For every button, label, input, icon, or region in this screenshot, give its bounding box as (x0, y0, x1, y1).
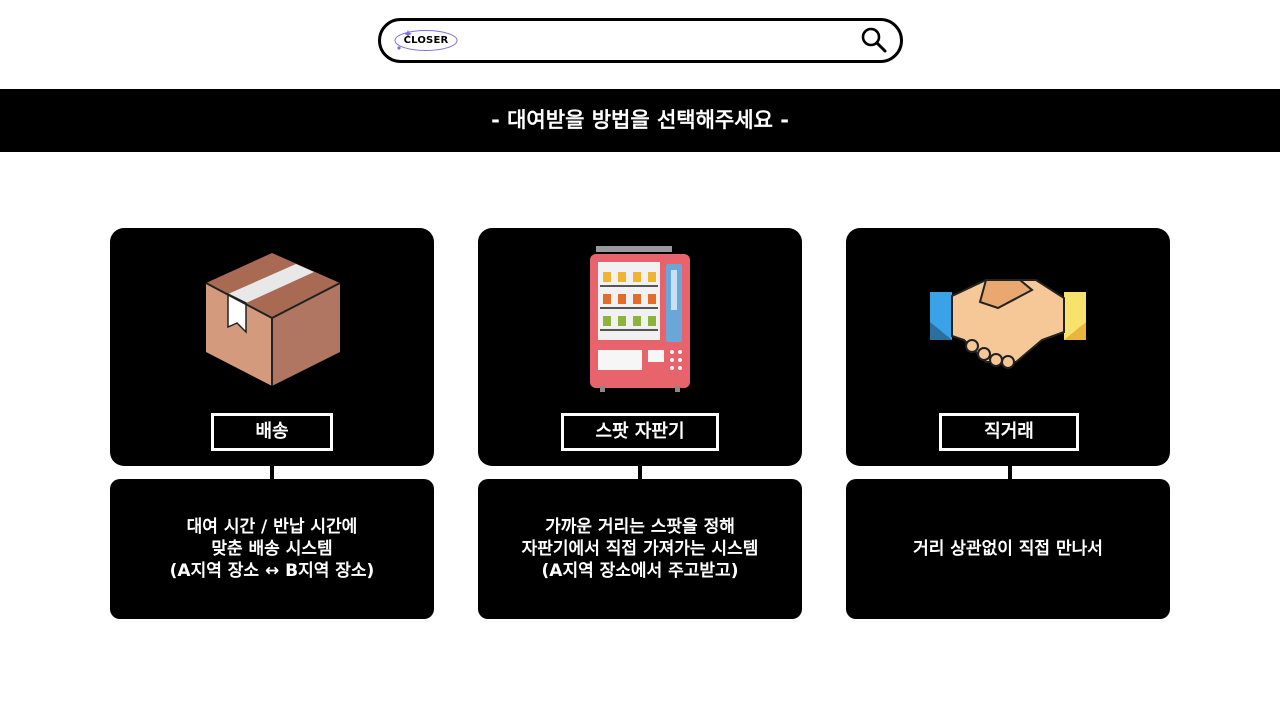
description-line: 자판기에서 직접 가져가는 시스템 (521, 539, 759, 559)
option-card-direct[interactable]: 직거래 (846, 228, 1170, 466)
description-direct: 거리 상관없이 직접 만나서 (846, 479, 1170, 619)
closer-logo[interactable]: CLOSER (393, 27, 459, 54)
search-input[interactable] (471, 25, 851, 56)
description-delivery: 대여 시간 / 반납 시간에 맞춘 배송 시스템 (A지역 장소 ↔ B지역 장… (110, 479, 434, 619)
search-button[interactable] (860, 26, 888, 54)
vending-machine-icon (590, 246, 690, 392)
page-title-banner: - 대여받을 방법을 선택해주세요 - (0, 89, 1280, 152)
connector-delivery (270, 466, 274, 479)
description-vending: 가까운 거리는 스팟을 정해 자판기에서 직접 가져가는 시스템 (A지역 장소… (478, 479, 802, 619)
delivery-label[interactable]: 배송 (211, 413, 333, 451)
option-card-vending[interactable]: 스팟 자판기 (478, 228, 802, 466)
direct-trade-label[interactable]: 직거래 (939, 413, 1079, 451)
connector-direct (1008, 466, 1012, 479)
description-line: 맞춘 배송 시스템 (211, 539, 333, 559)
connector-vending (638, 466, 642, 479)
description-line: 가까운 거리는 스팟을 정해 (545, 517, 735, 537)
page-title: - 대여받을 방법을 선택해주세요 - (491, 108, 789, 132)
description-line: (A지역 장소 ↔ B지역 장소) (169, 561, 375, 581)
search-bar: CLOSER (378, 18, 903, 63)
description-line: 대여 시간 / 반납 시간에 (186, 517, 358, 537)
vending-label[interactable]: 스팟 자판기 (561, 413, 719, 451)
description-line: (A지역 장소에서 주고받고) (541, 561, 739, 581)
handshake-icon (930, 279, 1086, 369)
description-line: 거리 상관없이 직접 만나서 (913, 539, 1103, 559)
option-card-delivery[interactable]: 배송 (110, 228, 434, 466)
search-icon (861, 27, 887, 53)
logo-text: CLOSER (403, 35, 449, 46)
package-box-icon (205, 253, 341, 386)
